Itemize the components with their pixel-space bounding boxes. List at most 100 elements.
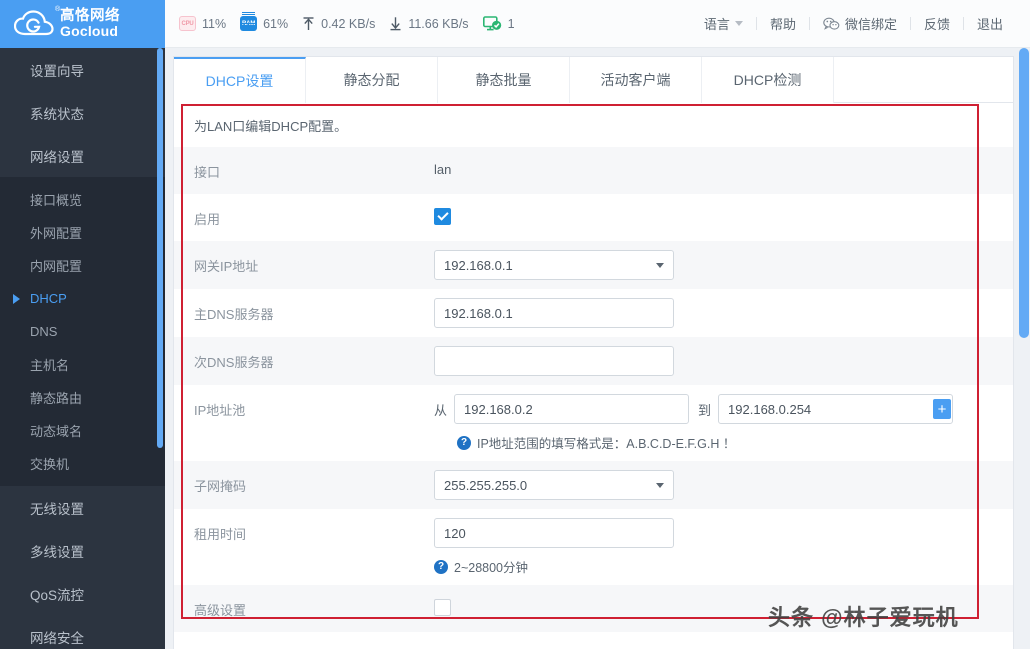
row-interface: 接口 lan (174, 147, 1013, 194)
tab-bar: DHCP设置 静态分配 静态批量 活动客户端 DHCP检测 (174, 57, 1013, 103)
wechat-icon (823, 17, 840, 31)
label-gateway-ip: 网关IP地址 (194, 259, 259, 274)
chevron-down-icon (656, 482, 664, 488)
sidebar-item-label: 设置向导 (30, 63, 84, 79)
menu-help-label: 帮助 (769, 17, 796, 32)
sidebar-item-ddns[interactable]: 动态域名 (0, 414, 165, 447)
sidebar-item-static-route[interactable]: 静态路由 (0, 381, 165, 414)
row-enable: 启用 (174, 194, 1013, 241)
sidebar-item-switch[interactable]: 交换机 (0, 447, 165, 480)
row-lease-time: 租用时间 120 ? 2~28800分钟 (174, 509, 1013, 585)
sidebar-item-multiline-settings[interactable]: 多线设置 (0, 529, 165, 572)
sidebar-item-label: 网络安全 (30, 630, 84, 646)
tab-dhcp-settings[interactable]: DHCP设置 (174, 57, 306, 103)
form-description: 为LAN口编辑DHCP配置。 (194, 118, 348, 134)
page-scrollbar-thumb[interactable] (1019, 48, 1029, 338)
add-ip-pool-button[interactable]: + (933, 399, 952, 419)
system-stats: CPU 11% RAM 61% 0.42 KB/s 11.66 KB/s 1 (165, 14, 525, 32)
tab-label: 活动客户端 (600, 72, 671, 88)
tab-label: 静态分配 (343, 72, 400, 88)
tab-label: DHCP设置 (205, 73, 274, 89)
dns-secondary-input[interactable] (434, 346, 674, 376)
ip-pool-from-input[interactable]: 192.168.0.2 (454, 394, 690, 424)
stat-cpu: CPU 11% (179, 16, 226, 31)
menu-feedback-label: 反馈 (923, 17, 950, 32)
advanced-settings-checkbox[interactable] (434, 599, 451, 616)
sidebar-item-label: 接口概览 (30, 193, 83, 208)
menu-help[interactable]: 帮助 (757, 14, 809, 33)
ram-icon: RAM (240, 14, 258, 31)
enable-checkbox[interactable] (434, 208, 451, 225)
netmask-value: 255.255.255.0 (444, 477, 528, 493)
sidebar-item-qos[interactable]: QoS流控 (0, 572, 165, 615)
menu-wechat-bind[interactable]: 微信绑定 (810, 14, 910, 33)
row-netmask: 子网掩码 255.255.255.0 (174, 461, 1013, 509)
online-clients-value: 1 (507, 16, 515, 31)
row-dns-secondary: 次DNS服务器 (174, 337, 1013, 385)
label-dns-secondary: 次DNS服务器 (194, 355, 274, 370)
stat-ram: RAM 61% (240, 14, 288, 31)
help-icon: ? (457, 435, 471, 450)
stat-online-clients: 1 (482, 15, 515, 32)
label-netmask: 子网掩码 (194, 479, 247, 494)
ip-pool-to-input[interactable]: 192.168.0.254 (718, 394, 954, 424)
chevron-down-icon (734, 21, 743, 26)
ip-pool-hint-text: IP地址范围的填写格式是：A.B.C.D-E.F.G.H ！ (477, 437, 736, 451)
label-enable: 启用 (194, 212, 221, 227)
brand-text: ® 高恪网络 Gocloud (55, 6, 120, 39)
menu-language[interactable]: 语言 (691, 14, 756, 33)
sidebar-item-interface-overview[interactable]: 接口概览 (0, 183, 165, 216)
sidebar-item-dns[interactable]: DNS (0, 315, 165, 348)
menu-logout[interactable]: 退出 (964, 14, 1016, 33)
sidebar-scrollbar[interactable] (157, 48, 163, 448)
tab-dhcp-detection[interactable]: DHCP检测 (702, 57, 834, 103)
sidebar-item-label: 动态域名 (30, 424, 83, 439)
ip-pool-from-value: 192.168.0.2 (464, 401, 533, 417)
lease-time-value: 120 (444, 525, 466, 541)
upload-value: 0.42 KB/s (321, 16, 376, 31)
netmask-select[interactable]: 255.255.255.0 (434, 470, 674, 500)
sidebar-item-network-security[interactable]: 网络安全 (0, 615, 165, 649)
tab-static-batch[interactable]: 静态批量 (438, 57, 570, 103)
sidebar-item-label: DHCP (30, 291, 67, 306)
sidebar-item-label: 内网配置 (30, 259, 83, 274)
top-right-menu: 语言 帮助 微信绑定 反馈 退出 (691, 14, 1030, 33)
tab-static-allocation[interactable]: 静态分配 (306, 57, 438, 103)
sidebar-item-label: 外网配置 (30, 226, 83, 241)
label-advanced-settings: 高级设置 (194, 603, 247, 618)
tab-active-clients[interactable]: 活动客户端 (570, 57, 702, 103)
sidebar-item-label: DNS (30, 324, 58, 339)
lease-time-hint-text: 2~28800分钟 (454, 561, 529, 575)
label-ip-pool: IP地址池 (194, 403, 246, 418)
stat-download: 11.66 KB/s (389, 16, 469, 31)
sidebar-item-wireless-settings[interactable]: 无线设置 (0, 486, 165, 529)
label-pool-from: 从 (434, 402, 448, 418)
app-root: ® 高恪网络 Gocloud CPU 11% RAM 61% 0.42 KB/s (0, 0, 1030, 649)
gateway-ip-select[interactable]: 192.168.0.1 (434, 250, 674, 280)
sidebar-submenu-network: 接口概览 外网配置 内网配置 DHCP DNS 主机名 静态路由 动态域名 交换… (0, 177, 165, 486)
dns-primary-input[interactable]: 192.168.0.1 (434, 298, 674, 328)
sidebar-item-label: 系统状态 (30, 106, 84, 122)
sidebar-item-wan-config[interactable]: 外网配置 (0, 216, 165, 249)
sidebar-item-dhcp[interactable]: DHCP (0, 282, 165, 315)
sidebar-item-setup-wizard[interactable]: 设置向导 (0, 48, 165, 91)
lease-time-input[interactable]: 120 (434, 518, 674, 548)
download-icon (389, 16, 402, 31)
sidebar-item-system-status[interactable]: 系统状态 (0, 91, 165, 134)
sidebar: 设置向导 系统状态 网络设置 接口概览 外网配置 内网配置 DHCP DNS 主… (0, 48, 165, 649)
stat-upload: 0.42 KB/s (302, 16, 375, 31)
row-dns-primary: 主DNS服务器 192.168.0.1 (174, 289, 1013, 337)
row-ip-pool: IP地址池 从 192.168.0.2 到 192.168.0.254 + ? … (174, 385, 1013, 461)
row-gateway-ip: 网关IP地址 192.168.0.1 (174, 241, 1013, 289)
sidebar-item-label: QoS流控 (30, 587, 85, 603)
sidebar-item-lan-config[interactable]: 内网配置 (0, 249, 165, 282)
menu-language-label: 语言 (703, 17, 730, 32)
menu-feedback[interactable]: 反馈 (911, 14, 963, 33)
brand-name-cn: 高恪网络 (60, 7, 120, 24)
menu-wechat-label: 微信绑定 (844, 17, 897, 32)
label-dns-primary: 主DNS服务器 (194, 307, 274, 322)
brand-logo[interactable]: ® 高恪网络 Gocloud (0, 0, 165, 48)
page-scrollbar[interactable] (1018, 48, 1030, 649)
sidebar-item-network-settings[interactable]: 网络设置 (0, 134, 165, 177)
sidebar-item-hostname[interactable]: 主机名 (0, 348, 165, 381)
